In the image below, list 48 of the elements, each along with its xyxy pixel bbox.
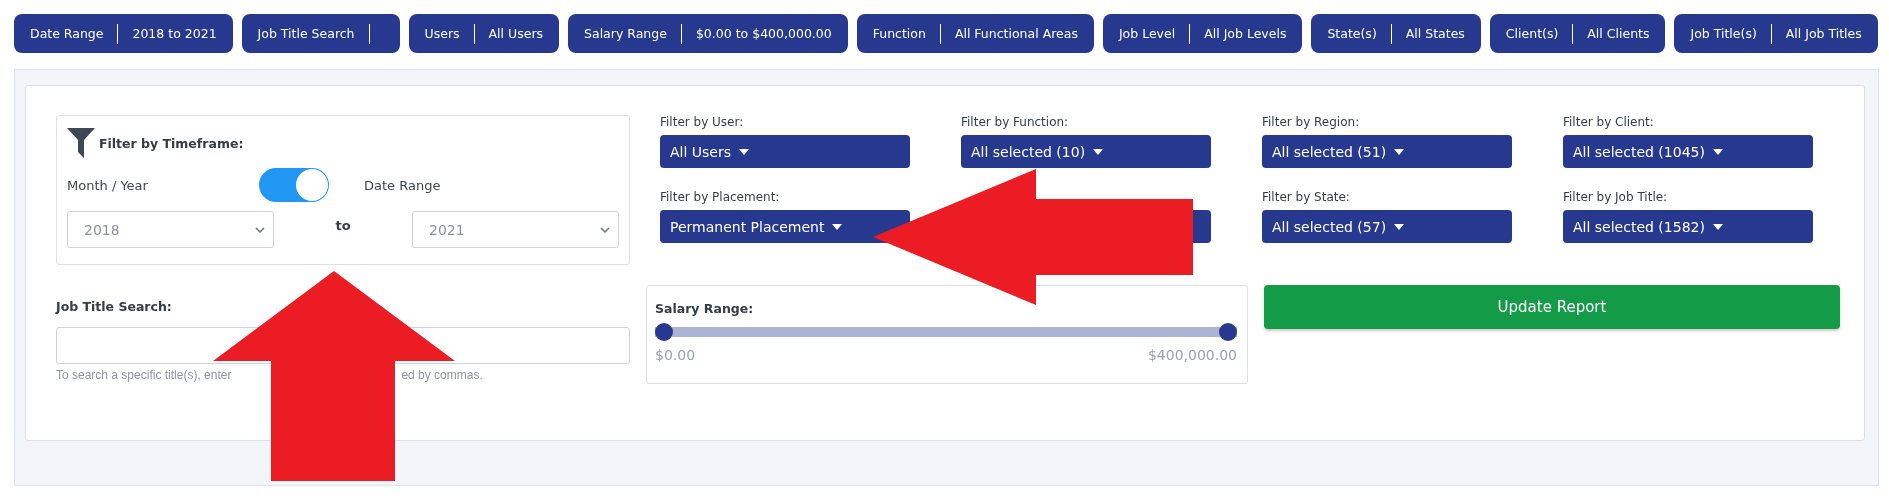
filter-dropdown[interactable]: All Users (660, 135, 910, 168)
filter-summary-chip[interactable]: Users All Users (408, 14, 560, 53)
toggle-label: Month / Year (67, 177, 149, 193)
filter-label: Filter by User: (660, 115, 745, 130)
slider-reading: $0.00 (655, 347, 696, 363)
filter-label: Filter by Client: (1563, 115, 1655, 130)
toggle-switch[interactable] (259, 168, 329, 202)
filter-summary-chip[interactable]: Job Title(s) All Job Titles (1674, 14, 1878, 53)
filter-dropdown[interactable]: All selected (1045) (1563, 135, 1813, 168)
filter-label: Filter by Job Title: (1563, 190, 1669, 205)
filter-dropdown[interactable]: All selected (1582) (1563, 210, 1813, 243)
filter-summary-chip[interactable]: Date Range 2018 to 2021 (14, 14, 233, 53)
caret-icon (1712, 223, 1723, 230)
update-report-button[interactable]: Update Report (1264, 285, 1840, 329)
filter-summary-chip[interactable]: Function All Functional Areas (856, 14, 1094, 53)
help-text: ed by commas. (401, 368, 483, 382)
caret-icon (1712, 148, 1723, 155)
filter-summary-chip[interactable]: Job Level All Job Levels (1102, 14, 1303, 53)
caret-icon (1394, 223, 1405, 230)
chevron-down-icon (600, 226, 610, 233)
slider-thumb[interactable] (655, 323, 673, 341)
section-title: Filter by Timeframe: (99, 135, 244, 151)
arrow-left-icon (873, 169, 1193, 305)
help-text: To search a specific title(s), enter (56, 368, 232, 382)
caret-icon (1394, 148, 1405, 155)
slider-thumb[interactable] (1219, 323, 1237, 341)
filter-icon (67, 128, 95, 158)
filter-dropdown[interactable]: Permanent Placement (660, 210, 910, 243)
toggle-label: Date Range (364, 177, 442, 193)
slider-reading: $400,000.00 (1147, 347, 1237, 363)
filter-label: Filter by Function: (961, 115, 1070, 130)
filter-summary-chip[interactable]: Salary Range $0.00 to $400,000.00 (568, 14, 848, 53)
filter-label: Filter by Region: (1262, 115, 1361, 130)
range-separator: to (335, 218, 351, 233)
filter-summary-chip[interactable]: Client(s) All Clients (1489, 14, 1666, 53)
filter-dropdown[interactable]: All selected (10) (961, 135, 1211, 168)
chevron-down-icon (255, 226, 265, 233)
caret-icon (832, 223, 843, 230)
field-label: Salary Range: (655, 301, 754, 316)
caret-icon (739, 148, 749, 155)
filter-label: Filter by Placement: (660, 190, 781, 205)
caret-icon (1093, 148, 1104, 155)
filter-label: Filter by State: (1262, 190, 1351, 205)
field-label: Job Title Search: (56, 299, 173, 314)
filter-summary-chip[interactable]: State(s) All States (1311, 14, 1481, 53)
filter-dropdown[interactable]: All selected (57) (1262, 210, 1512, 243)
filter-dropdown[interactable]: All selected (51) (1262, 135, 1512, 168)
filter-summary-chip[interactable]: Job Title Search (241, 14, 400, 53)
